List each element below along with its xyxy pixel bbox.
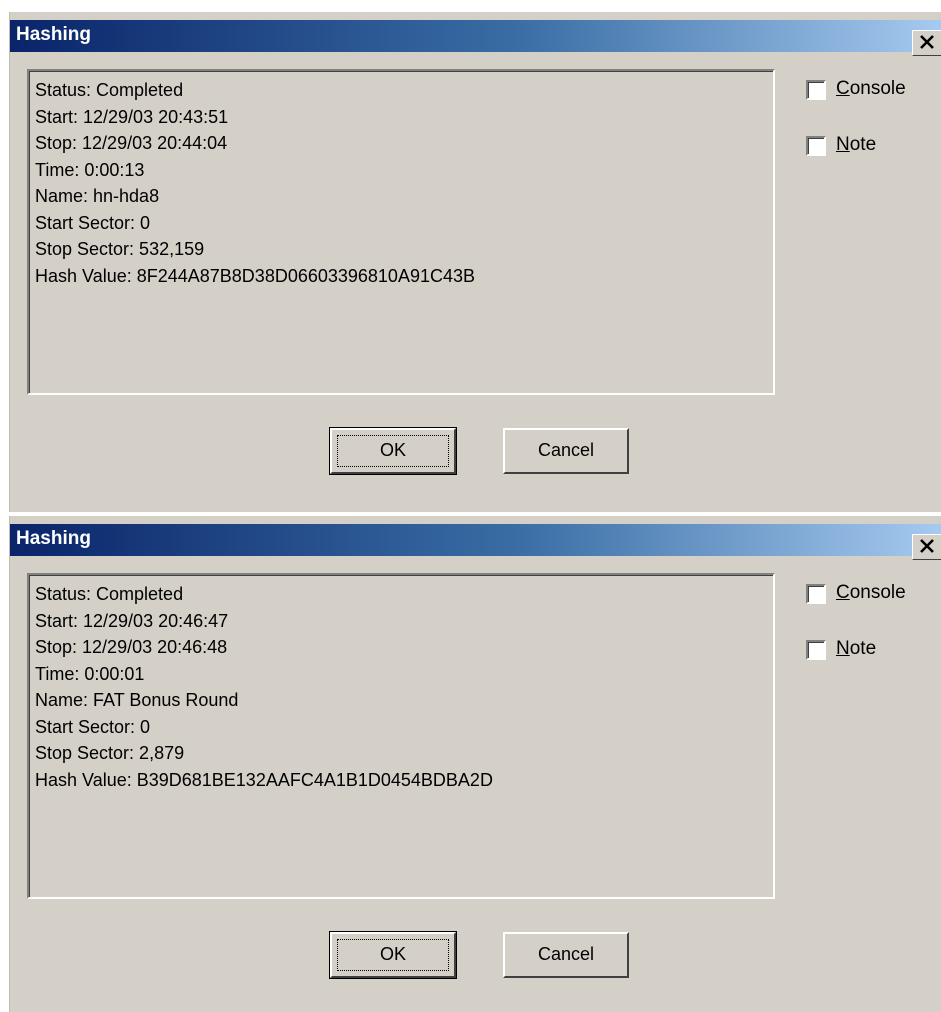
- hashing-dialog-2: Hashing Status: Completed Start: 12/29/0…: [9, 516, 941, 1012]
- hash-status-box: Status: Completed Start: 12/29/03 20:46:…: [27, 573, 775, 899]
- close-button[interactable]: [912, 30, 941, 56]
- hash-status-box: Status: Completed Start: 12/29/03 20:43:…: [27, 69, 775, 395]
- stop-line: Stop: 12/29/03 20:44:04: [35, 133, 228, 153]
- console-label[interactable]: Console: [836, 78, 906, 100]
- status-line: Status: Completed: [35, 584, 184, 604]
- stop-line: Stop: 12/29/03 20:46:48: [35, 637, 228, 657]
- note-label[interactable]: Note: [836, 134, 876, 156]
- status-line: Status: Completed: [35, 80, 184, 100]
- name-line: Name: hn-hda8: [35, 186, 160, 206]
- note-checkbox[interactable]: [806, 136, 826, 156]
- console-checkbox[interactable]: [806, 80, 826, 100]
- time-line: Time: 0:00:13: [35, 159, 145, 180]
- cancel-button[interactable]: Cancel: [503, 428, 629, 474]
- hash-value-line: Hash Value: 8F244A87B8D38D06603396810A91…: [35, 265, 475, 286]
- start-line: Start: 12/29/03 20:43:51: [35, 106, 229, 127]
- close-icon: [920, 35, 934, 49]
- ok-button[interactable]: OK: [329, 931, 457, 979]
- title-bar[interactable]: Hashing: [10, 20, 941, 56]
- cancel-button[interactable]: Cancel: [503, 932, 629, 978]
- note-label[interactable]: Note: [836, 638, 876, 660]
- start-sector-line: Start Sector: 0: [35, 212, 151, 233]
- ok-button[interactable]: OK: [329, 427, 457, 475]
- hashing-dialog-1: Hashing Status: Completed Start: 12/29/0…: [9, 12, 941, 512]
- time-line: Time: 0:00:01: [35, 663, 145, 684]
- focus-rect: [337, 435, 449, 467]
- name-line: Name: FAT Bonus Round: [35, 690, 239, 710]
- focus-rect: [337, 939, 449, 971]
- close-button[interactable]: [912, 534, 941, 560]
- hash-value-line: Hash Value: B39D681BE132AAFC4A1B1D0454BD…: [35, 769, 493, 790]
- console-label[interactable]: Console: [836, 582, 906, 604]
- stop-sector-line: Stop Sector: 2,879: [35, 743, 185, 763]
- window-title: Hashing: [16, 528, 91, 549]
- start-sector-line: Start Sector: 0: [35, 716, 151, 737]
- close-icon: [920, 539, 934, 553]
- stop-sector-line: Stop Sector: 532,159: [35, 239, 205, 259]
- window-title: Hashing: [16, 24, 91, 45]
- start-line: Start: 12/29/03 20:46:47: [35, 610, 229, 631]
- title-bar[interactable]: Hashing: [10, 524, 941, 560]
- note-checkbox[interactable]: [806, 640, 826, 660]
- console-checkbox[interactable]: [806, 584, 826, 604]
